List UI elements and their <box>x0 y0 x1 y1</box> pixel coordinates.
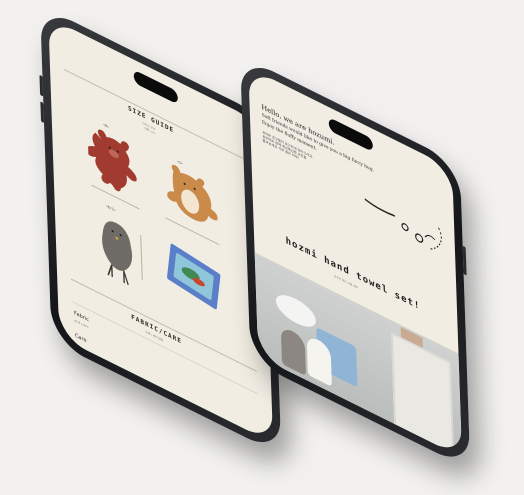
size-guide-screen: SIZE GUIDE 사이즈 안내 단위: cm <B> <S> <B/S> F… <box>48 17 274 443</box>
volume-down-button <box>40 101 45 124</box>
bear-size-label: <B> <box>102 122 109 130</box>
dynamic-island <box>328 117 374 153</box>
volume-up-button <box>39 74 44 97</box>
doodle-illustration <box>364 198 442 250</box>
product-photo <box>254 252 463 458</box>
care-label: Care <box>74 332 87 345</box>
bird-towel-image <box>102 221 133 286</box>
bear-towel-image <box>87 129 137 192</box>
table-image <box>275 288 317 334</box>
squirrel-towel-image <box>167 164 218 222</box>
phones-scene: SIZE GUIDE 사이즈 안내 단위: cm <B> <S> <B/S> F… <box>0 0 524 495</box>
brand-intro-screen: Hello, we are hozumi. Soft friends would… <box>248 67 463 458</box>
towel-pack-image <box>167 243 221 310</box>
shelf-image <box>390 332 455 458</box>
power-button <box>462 245 467 276</box>
gray-ghost-towel-image <box>280 325 307 376</box>
dynamic-island <box>133 69 178 105</box>
bird-size-label: <B/S> <box>105 203 116 213</box>
